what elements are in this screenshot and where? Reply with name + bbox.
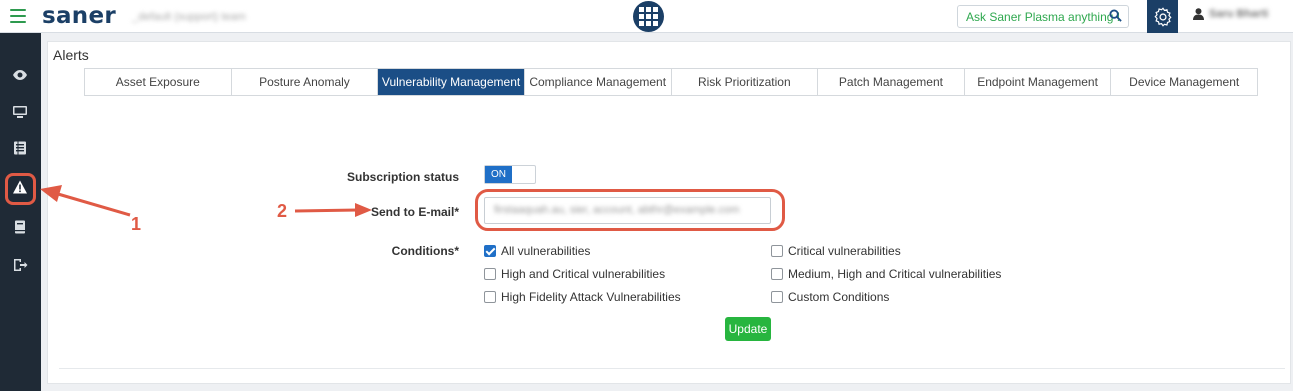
annotation-arrows — [40, 185, 372, 217]
annotation-arrow-1 — [57, 192, 131, 217]
annotation-number-2: 2 — [277, 201, 288, 221]
annotation-number-1: 1 — [131, 214, 142, 234]
annotation-arrowhead-2 — [355, 203, 372, 217]
annotation-arrowhead-1 — [40, 185, 62, 202]
annotation-arrow-2 — [294, 208, 359, 213]
